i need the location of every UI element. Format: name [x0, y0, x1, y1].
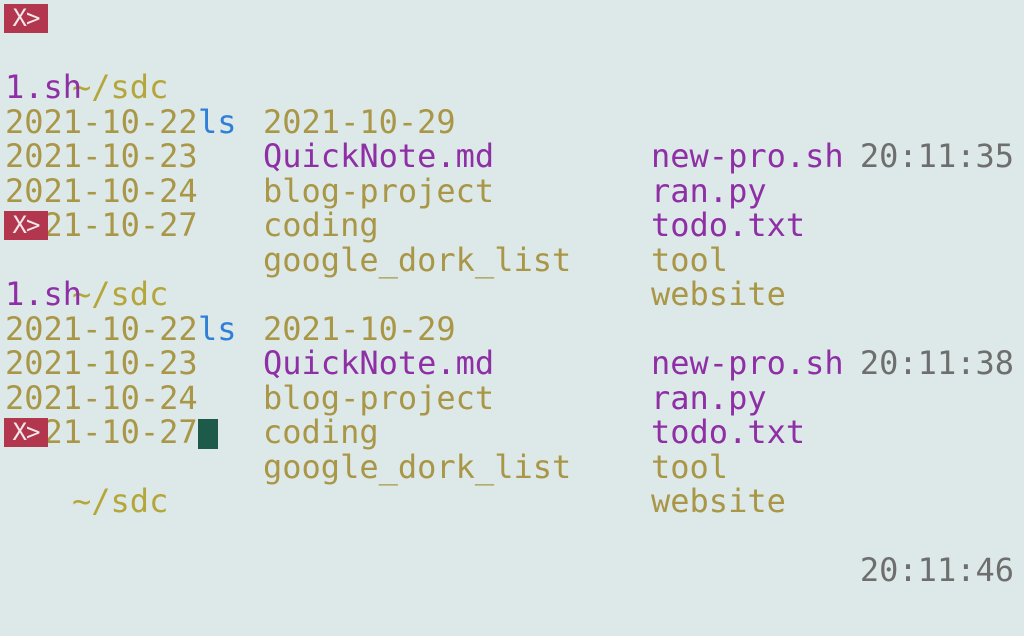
- listing-entry-dir: tool: [651, 447, 729, 486]
- prompt-path: ~/sdc: [72, 482, 169, 520]
- prompt-badge-icon: X>: [4, 418, 48, 447]
- listing-entry-dir: website: [651, 482, 786, 520]
- prompt-time: 20:11:46: [859, 551, 1014, 589]
- listing-row: 2021-10-22 QuickNote.md ran.py: [0, 70, 1024, 207]
- current-prompt-line[interactable]: X> ~/sdc 20:11:46: [0, 415, 1024, 587]
- listing-row: 2021-10-24 coding tool: [0, 139, 1024, 276]
- listing-row: 2021-10-27 google_dork_list website: [0, 381, 1024, 518]
- prompt-line: X> ~/sdc ls 20:11:35: [0, 1, 1024, 173]
- listing-row: 1.sh 2021-10-29 new-pro.sh: [0, 243, 1024, 380]
- prompt-badge-icon: X>: [4, 211, 48, 240]
- listing-row: 2021-10-23 blog-project todo.txt: [0, 105, 1024, 242]
- text-cursor[interactable]: [198, 419, 218, 449]
- terminal-window[interactable]: X> ~/sdc ls 20:11:35 1.sh 2021-10-29 new…: [0, 1, 1024, 636]
- listing-row: 2021-10-27 google_dork_list website: [0, 174, 1024, 311]
- prompt-badge-icon: X>: [4, 4, 48, 33]
- listing-entry-dir: google_dork_list: [263, 447, 572, 486]
- listing-row: 2021-10-22 QuickNote.md ran.py: [0, 277, 1024, 414]
- prompt-line: X> ~/sdc ls 20:11:38: [0, 208, 1024, 380]
- listing-row: 2021-10-23 blog-project todo.txt: [0, 312, 1024, 449]
- listing-row: 1.sh 2021-10-29 new-pro.sh: [0, 36, 1024, 173]
- listing-row: 2021-10-24 coding tool: [0, 346, 1024, 483]
